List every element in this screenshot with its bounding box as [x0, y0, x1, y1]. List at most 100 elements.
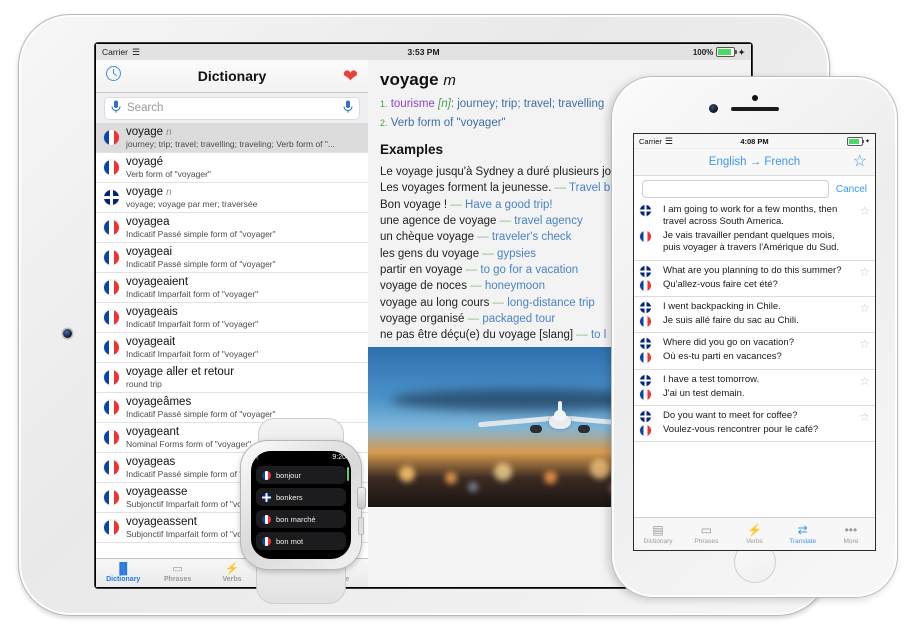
example-dash: —	[467, 312, 480, 325]
phrase-english: Where did you go on vacation?	[663, 337, 794, 349]
dictionary-result-row[interactable]: voyage aller et retour round trip	[96, 363, 368, 393]
star-outline-icon[interactable]: ☆	[859, 375, 870, 387]
dictionary-result-row[interactable]: voyageais Indicatif Imparfait form of "vo…	[96, 303, 368, 333]
iphone-tab-label: Translate	[789, 537, 817, 545]
iphone-tab-label: Dictionary	[643, 537, 673, 545]
iphone-tab-translate[interactable]: ⇄ Translate	[779, 518, 827, 550]
voice-search-icon[interactable]	[343, 100, 353, 116]
result-word: voyageaient	[126, 275, 189, 288]
sense-number: 2.	[380, 117, 388, 128]
result-word: voyageai	[126, 245, 173, 258]
uk-flag-icon	[640, 410, 651, 422]
watch-item-label: bonjour	[276, 470, 302, 480]
cancel-button[interactable]: Cancel	[836, 184, 867, 195]
phrase-pair[interactable]: ☆ Where did you go on vacation? Où es-tu p…	[634, 333, 875, 370]
dictionary-result-row[interactable]: voyageai Indicatif Passé simple form of "…	[96, 243, 368, 273]
watch-item-label: bonkers	[276, 492, 303, 502]
phrase-pair[interactable]: ☆ I am going to work for a few months, th…	[634, 200, 875, 261]
phrase-pair[interactable]: ☆ What are you planning to do this summer…	[634, 261, 875, 297]
phrase-french-line: Qu'allez-vous faire cet été?	[640, 279, 869, 291]
watch-item-label: bon mot	[276, 536, 304, 546]
watch-screen: ‹ 9:20 bonjour bonkers bon marché bon mot	[251, 451, 351, 559]
result-definition: Indicatif Passé simple form of "voyager"	[126, 229, 276, 239]
star-outline-icon[interactable]: ☆	[859, 205, 870, 217]
example-dash: —	[492, 296, 505, 309]
star-outline-icon[interactable]: ☆	[859, 302, 870, 314]
watch-status-bar: ‹ 9:20	[251, 451, 351, 464]
iphone-tab-label: More	[843, 537, 859, 545]
example-dash: —	[477, 231, 489, 244]
sense-number: 1.	[380, 99, 388, 109]
star-outline-icon[interactable]: ☆	[859, 411, 870, 423]
star-outline-icon[interactable]: ☆	[853, 154, 867, 170]
watch-clock: 9:20	[332, 454, 346, 461]
iphone-tab-verbs[interactable]: ⚡ Verbs	[730, 518, 778, 550]
iphone-tab-dictionary[interactable]: ▤ Dictionary	[634, 518, 682, 550]
french-flag-icon	[104, 280, 119, 295]
tab-phrases[interactable]: ▭ Phrases	[150, 559, 204, 587]
watch-side-button[interactable]	[358, 517, 364, 535]
chevron-left-icon[interactable]: ‹	[256, 453, 259, 462]
iphone-tab-phrases[interactable]: ▭ Phrases	[682, 518, 730, 550]
sense-domain: tourisme	[390, 98, 435, 110]
result-definition: journey; trip; travel; travelling; trave…	[126, 139, 335, 149]
search-input[interactable]: Search	[104, 96, 360, 120]
iphone-tab-label: Verbs	[746, 537, 763, 545]
ipad-battery-status: 100% ✦	[692, 47, 745, 57]
example-translation: gypsies	[497, 247, 537, 260]
heart-icon[interactable]: ❤	[343, 67, 358, 85]
watch-list-item[interactable]: bonjour	[256, 466, 346, 484]
iphone-tab-more[interactable]: ••• More	[827, 518, 875, 550]
result-part-of-speech: n	[166, 186, 172, 198]
language-direction-label[interactable]: English → French	[709, 156, 800, 168]
uk-flag-icon	[640, 374, 651, 386]
iphone-nav-bar: English → French ☆	[634, 149, 875, 176]
dictionary-result-row[interactable]: voyageait Indicatif Imparfait form of "vo…	[96, 333, 368, 363]
dictionary-result-row[interactable]: voyagé Verb form of "voyager"	[96, 153, 368, 183]
iphone-tab-bar[interactable]: ▤ Dictionary ▭ Phrases ⚡ Verbs ⇄ Translate ••• Mo…	[634, 517, 875, 550]
phrase-english-line: I am going to work for a few months, the…	[640, 204, 869, 228]
dictionary-result-row[interactable]: voyage n voyage; voyage par mer; traversée	[96, 183, 368, 213]
sense-translations: journey; trip; travel; travelling	[457, 98, 605, 110]
search-input[interactable]	[642, 180, 829, 198]
result-definition: round trip	[126, 379, 162, 389]
french-flag-icon	[262, 470, 271, 480]
result-word: voyageait	[126, 335, 176, 348]
page-title: Dictionary	[197, 68, 267, 84]
watch-list-item[interactable]: bon mot	[256, 532, 346, 550]
watch-list-item[interactable]: bon marché	[256, 510, 346, 528]
phrase-pair[interactable]: ☆ I went backpacking in Chile. Je suis all…	[634, 297, 875, 334]
french-flag-icon	[262, 536, 271, 546]
phrase-pairs-list[interactable]: ☆ I am going to work for a few months, th…	[634, 200, 875, 518]
phrase-pair[interactable]: ☆ Do you want to meet for coffee? Voulez-v…	[634, 406, 875, 443]
star-outline-icon[interactable]: ☆	[859, 338, 870, 350]
ipad-status-bar: Carrier ☰ 3:53 PM 100% ✦	[96, 44, 751, 60]
phrase-french-line: Où es-tu parti en vacances?	[640, 351, 869, 364]
phrase-english-line: Where did you go on vacation?	[640, 337, 869, 350]
example-translation: long-distance trip	[507, 296, 595, 309]
example-source: Bon voyage !	[380, 198, 448, 211]
result-part-of-speech: n	[166, 126, 172, 138]
clock-history-icon[interactable]	[105, 65, 122, 87]
dictionary-result-row[interactable]: voyagea Indicatif Passé simple form of "v…	[96, 213, 368, 243]
french-flag-icon	[104, 310, 119, 325]
phrase-english: What are you planning to do this summer?	[663, 264, 842, 276]
phrase-pair[interactable]: ☆ I have a test tomorrow. J'ai un test dem…	[634, 370, 875, 406]
dictionary-result-row[interactable]: voyageaient Indicatif Imparfait form of "…	[96, 273, 368, 303]
phrase-french: Où es-tu parti en vacances?	[663, 351, 782, 363]
tab-dictionary[interactable]: ▐▌ Dictionary	[96, 559, 150, 587]
arrows-swap-icon: ⇄	[797, 522, 808, 537]
result-definition: Indicatif Imparfait form of "voyager"	[126, 289, 259, 299]
dictionary-result-row[interactable]: voyage n journey; trip; travel; travelling…	[96, 123, 368, 153]
book-icon: ▐▌	[115, 562, 131, 575]
ipad-nav-bar: Dictionary ❤	[96, 60, 368, 93]
example-source: Le voyage jusqu'à Sydney a duré plusieur…	[380, 165, 612, 178]
uk-flag-icon	[104, 190, 119, 205]
digital-crown[interactable]	[357, 487, 366, 509]
watch-list-item[interactable]: bonkers	[256, 488, 346, 506]
star-outline-icon[interactable]: ☆	[859, 266, 870, 278]
result-word: voyageais	[126, 305, 178, 318]
watch-word-list[interactable]: bonjour bonkers bon marché bon mot	[251, 464, 351, 550]
iphone-front-camera	[751, 95, 758, 101]
uk-flag-icon	[640, 338, 651, 350]
